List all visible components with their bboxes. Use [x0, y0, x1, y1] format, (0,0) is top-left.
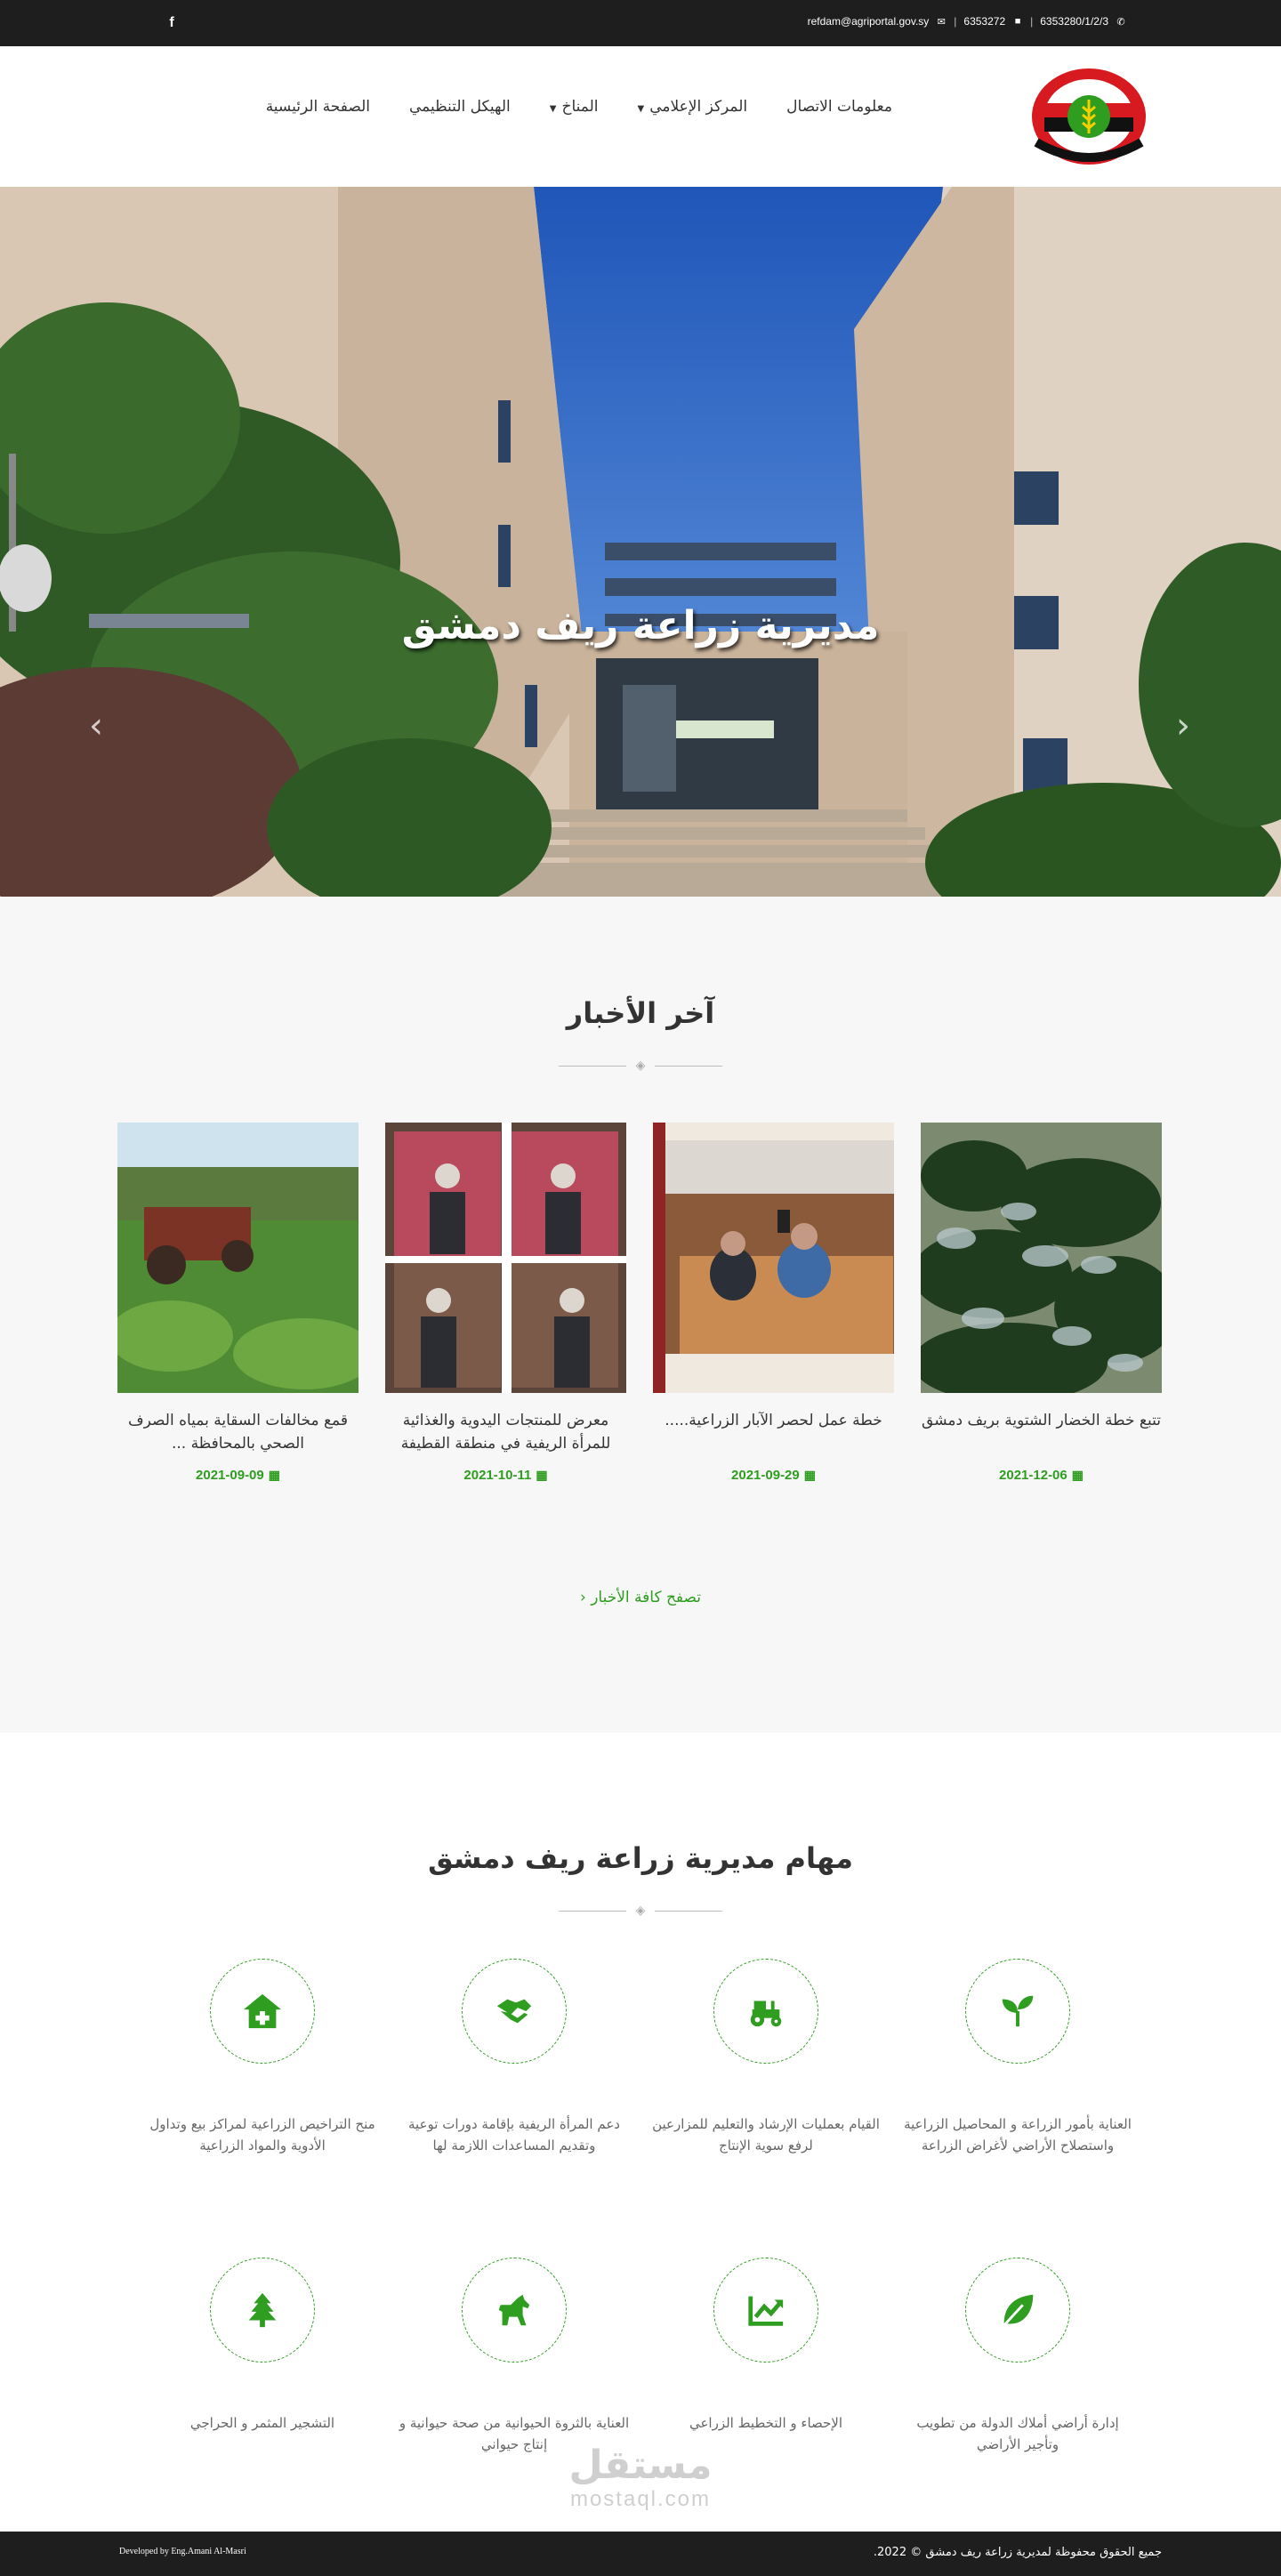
news-list: تتبع خطة الخضار الشتوية بريف دمشق ▦2021-… [117, 1123, 1162, 1483]
browse-all-news-link[interactable]: تصفح كافة الأخبار ‹ [580, 1589, 701, 1606]
calendar-icon: ▦ [803, 1468, 816, 1482]
clinic-icon [243, 1993, 282, 2029]
news-date: ▦2021-09-09 [196, 1468, 280, 1483]
horse-icon [498, 2294, 530, 2326]
leaf-icon [1003, 2294, 1034, 2327]
handshake-icon [496, 1999, 532, 2024]
news-date: ▦2021-12-06 [999, 1468, 1084, 1483]
task-text: العناية بأمور الزراعة و المحاصيل الزراعي… [904, 2116, 1132, 2153]
site-header: الصفحة الرئيسية الهيكل التنظيمي المناخ▼ … [0, 46, 1281, 187]
task-item: العناية بالثروة الحيوانية من صحة حيوانية… [399, 2258, 630, 2455]
main-nav: الصفحة الرئيسية الهيكل التنظيمي المناخ▼ … [266, 98, 892, 151]
news-thumbnail[interactable] [385, 1123, 626, 1393]
chart-line-icon [748, 2296, 784, 2326]
news-date: ▦2021-09-29 [731, 1468, 816, 1483]
phone-number: 6353280/1/2/3 [1040, 15, 1108, 28]
email-link[interactable]: refdam@agriportal.gov.sy [808, 15, 930, 28]
calendar-icon: ▦ [268, 1468, 280, 1482]
calendar-icon: ▦ [1071, 1468, 1084, 1482]
task-item: العناية بأمور الزراعة و المحاصيل الزراعي… [902, 1959, 1133, 2156]
ministry-logo[interactable] [1029, 66, 1148, 167]
slider-next-button[interactable]: › [1165, 708, 1201, 744]
task-icon-circle [965, 2258, 1070, 2363]
directorate-tasks-section: مهام مديرية زراعة ريف دمشق ◈ العناية بأم… [0, 1733, 1281, 2532]
task-icon-circle [210, 2258, 315, 2363]
news-title[interactable]: معرض للمنتجات اليدوية والغذائية للمرأة ا… [385, 1409, 626, 1459]
task-icon-circle [965, 1959, 1070, 2064]
seedling-icon [1002, 1995, 1034, 2027]
task-text: القيام بعمليات الإرشاد والتعليم للمزارعي… [652, 2116, 880, 2153]
mostaql-watermark: مستقل mostaql.com [568, 2443, 713, 2512]
task-icon-circle [210, 1959, 315, 2064]
chevron-left-icon: ‹ [579, 1589, 586, 1606]
hero-image [0, 187, 1281, 897]
task-icon-circle [713, 1959, 818, 2064]
fax-icon: ■ [1014, 16, 1021, 27]
task-item: إدارة أراضي أملاك الدولة من تطويب وتأجير… [902, 2258, 1133, 2455]
news-card[interactable]: تتبع خطة الخضار الشتوية بريف دمشق ▦2021-… [921, 1123, 1162, 1483]
task-icon-circle [462, 1959, 567, 2064]
facebook-icon[interactable]: f [165, 14, 178, 32]
news-card[interactable]: خطة عمل لحصر الآبار الزراعية..... ▦2021-… [653, 1123, 894, 1483]
latest-news-section: آخر الأخبار ◈ تتبع خطة الخضار الشتوية بر… [0, 897, 1281, 1733]
news-thumbnail[interactable] [117, 1123, 359, 1393]
hero-caption: مديرية زراعة ريف دمشق [401, 603, 880, 648]
diamond-icon: ◈ [635, 1904, 646, 1918]
task-item: التشجير المثمر و الحراجي [147, 2258, 378, 2434]
tasks-section-title: مهام مديرية زراعة ريف دمشق [428, 1841, 853, 1875]
task-item: منح التراخيص الزراعية لمراكز بيع وتداول … [147, 1959, 378, 2156]
task-text: دعم المرأة الريفية بإقامة دورات توعية وت… [408, 2116, 620, 2153]
fax-number: 6353272 [963, 15, 1006, 28]
task-text: الإحصاء و التخطيط الزراعي [689, 2415, 843, 2431]
news-title[interactable]: تتبع خطة الخضار الشتوية بريف دمشق [921, 1409, 1162, 1459]
calendar-icon: ▦ [536, 1468, 548, 1482]
news-title[interactable]: خطة عمل لحصر الآبار الزراعية..... [653, 1409, 894, 1459]
nav-org-structure[interactable]: الهيكل التنظيمي [409, 98, 511, 116]
task-item: الإحصاء و التخطيط الزراعي [650, 2258, 882, 2434]
task-icon-circle [462, 2258, 567, 2363]
task-item: دعم المرأة الريفية بإقامة دورات توعية وت… [399, 1959, 630, 2156]
envelope-icon: ✉ [937, 16, 946, 28]
contact-info: refdam@agriportal.gov.sy ✉ | 6353272 ■ |… [807, 15, 1125, 28]
news-section-title: آخر الأخبار [566, 996, 715, 1030]
news-card[interactable]: قمع مخالفات السقاية بمياه الصرف الصحي با… [117, 1123, 359, 1483]
phone-icon: ✆ [1116, 16, 1125, 28]
nav-climate[interactable]: المناخ▼ [550, 98, 599, 116]
news-card[interactable]: معرض للمنتجات اليدوية والغذائية للمرأة ا… [385, 1123, 626, 1483]
section-divider: ◈ [559, 1902, 722, 1920]
section-divider: ◈ [559, 1057, 722, 1075]
task-item: القيام بعمليات الإرشاد والتعليم للمزارعي… [650, 1959, 882, 2156]
browse-all-news: تصفح كافة الأخبار ‹ [0, 1589, 1281, 1606]
news-date: ▦2021-10-11 [463, 1468, 548, 1483]
diamond-icon: ◈ [635, 1059, 646, 1073]
task-icon-circle [713, 2258, 818, 2363]
copyright-text: جميع الحقوق محفوظة لمديرية زراعة ريف دمش… [873, 2546, 1162, 2559]
task-text: منح التراخيص الزراعية لمراكز بيع وتداول … [149, 2116, 375, 2153]
slider-prev-button[interactable]: ‹ [78, 708, 114, 744]
hero-slider: مديرية زراعة ريف دمشق ‹ › [0, 187, 1281, 897]
news-title[interactable]: قمع مخالفات السقاية بمياه الصرف الصحي با… [117, 1409, 359, 1459]
task-text: التشجير المثمر و الحراجي [189, 2415, 335, 2431]
caret-down-icon: ▼ [549, 104, 557, 114]
news-thumbnail[interactable] [921, 1123, 1162, 1393]
site-footer: Developed by Eng.Amani Al-Masri جميع الح… [0, 2532, 1281, 2576]
caret-down-icon: ▼ [637, 104, 645, 114]
task-text: إدارة أراضي أملاك الدولة من تطويب وتأجير… [916, 2415, 1119, 2452]
news-thumbnail[interactable] [653, 1123, 894, 1393]
nav-contact[interactable]: معلومات الاتصال [786, 98, 892, 116]
nav-media-center[interactable]: المركز الإعلامي▼ [637, 98, 747, 116]
tractor-icon [750, 2000, 782, 2027]
developer-credit: Developed by Eng.Amani Al-Masri [119, 2547, 246, 2556]
tree-icon [248, 2292, 277, 2328]
nav-home[interactable]: الصفحة الرئيسية [266, 98, 370, 116]
top-bar: f refdam@agriportal.gov.sy ✉ | 6353272 ■… [0, 0, 1281, 46]
